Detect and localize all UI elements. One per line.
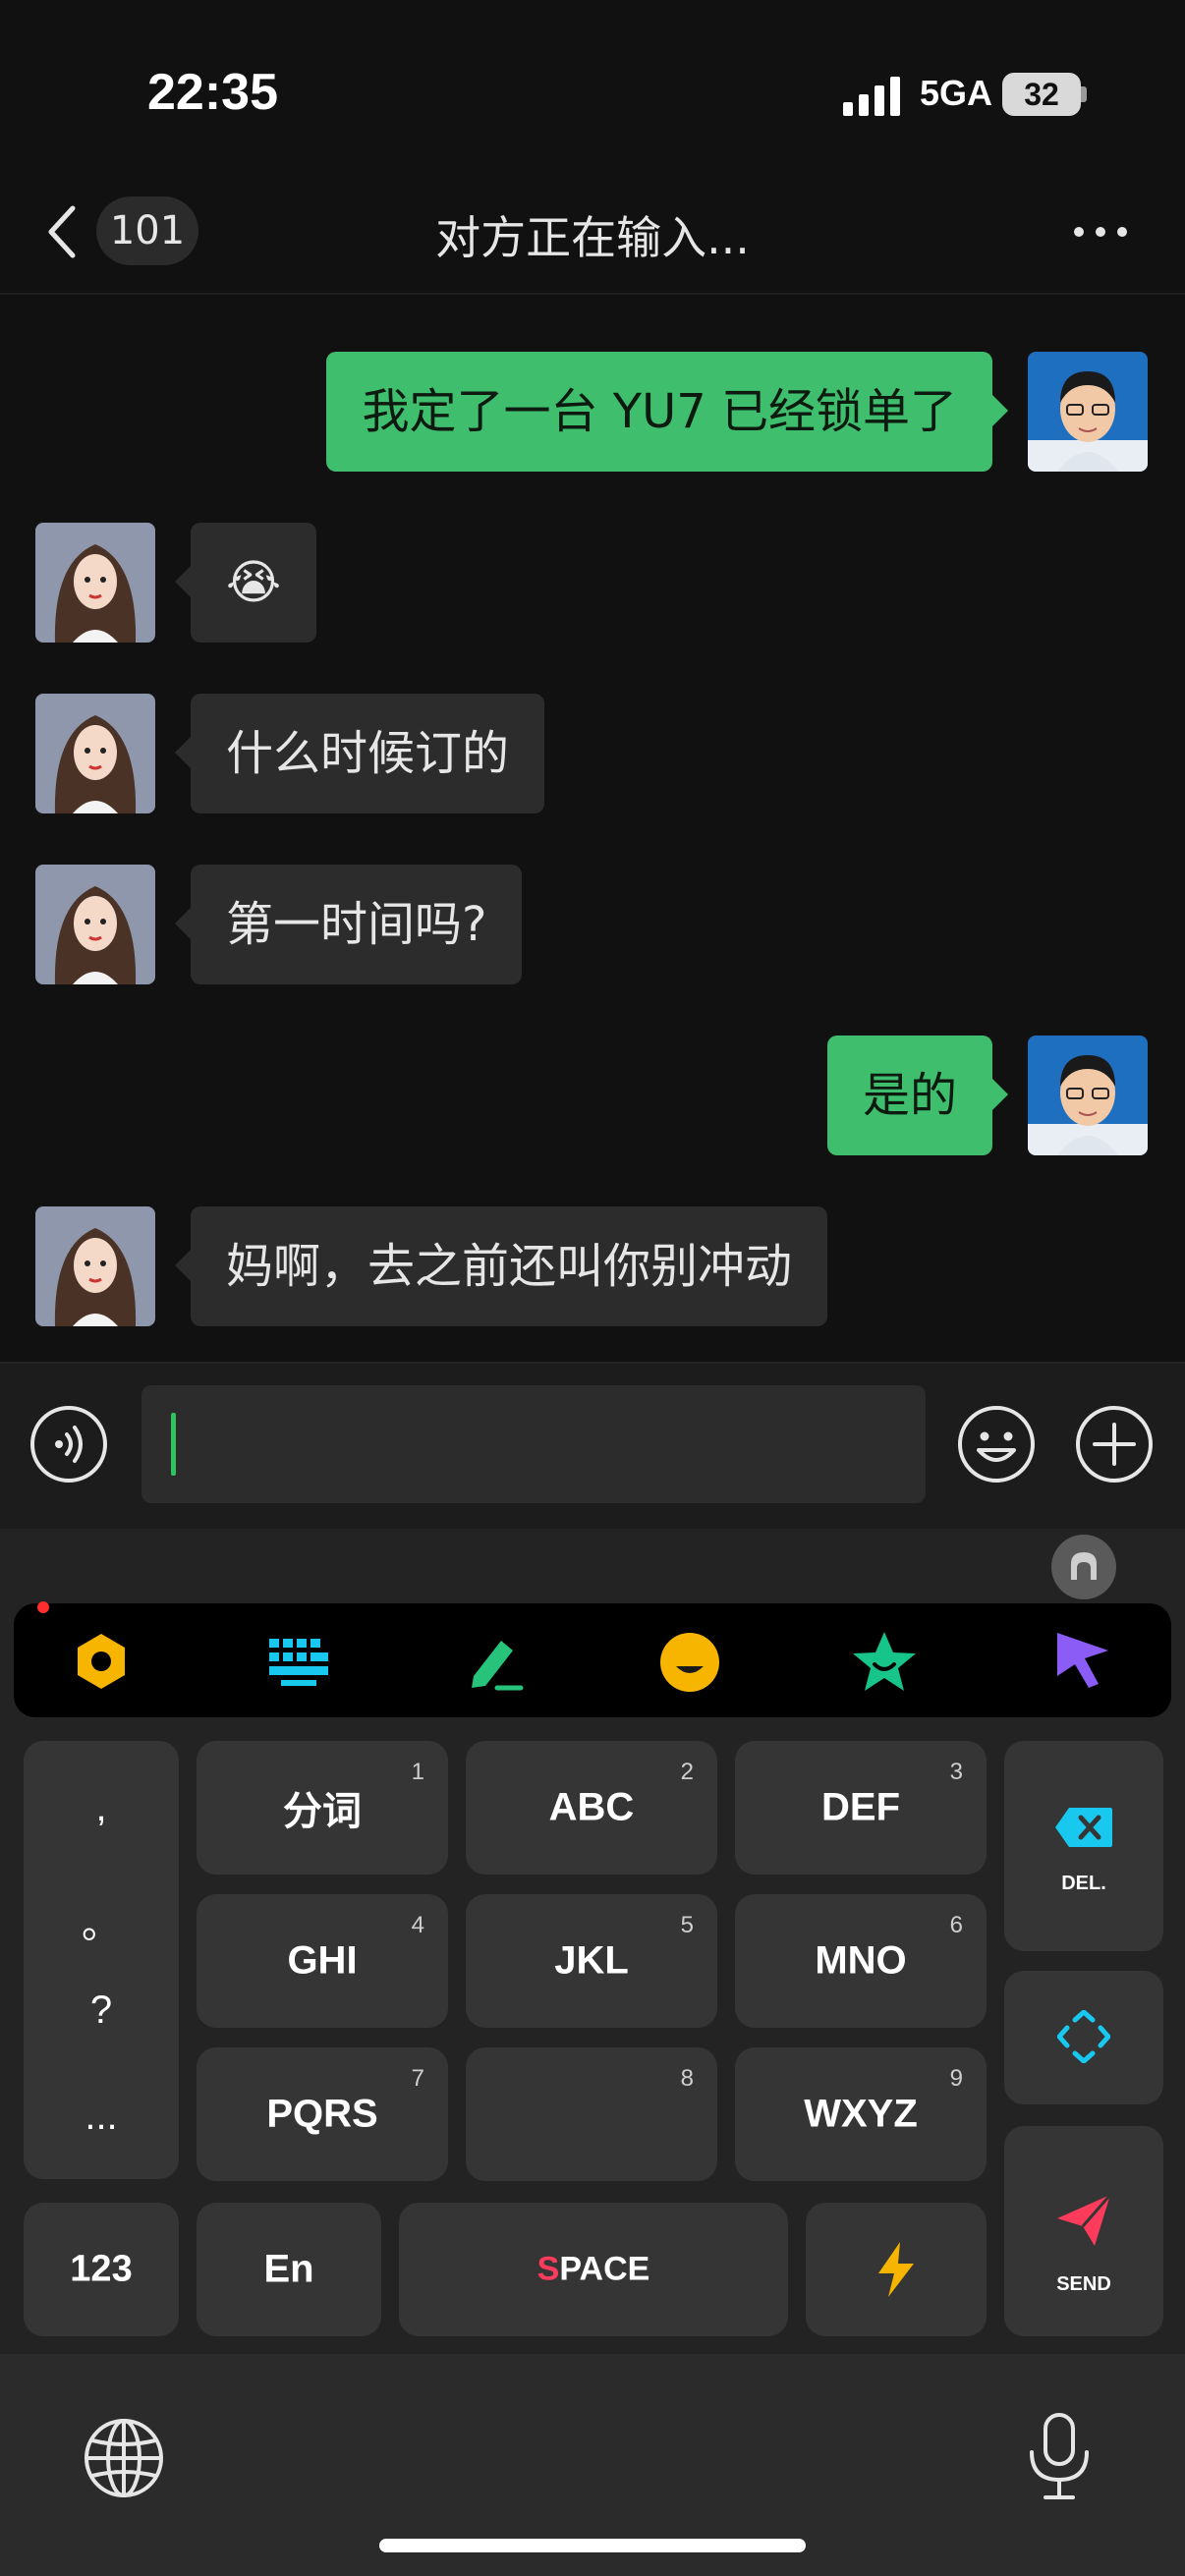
text-cursor [171, 1413, 176, 1476]
punctuation-period[interactable]: 。 [24, 1892, 179, 1949]
plus-icon[interactable] [1075, 1405, 1154, 1484]
bubble-tail [175, 737, 191, 768]
delete-label: DEL. [1061, 1873, 1106, 1894]
key-number: 5 [680, 1912, 694, 1938]
voice-input-icon[interactable] [29, 1405, 108, 1484]
key-label: PQRS [266, 2092, 378, 2136]
send-icon [1057, 2194, 1112, 2246]
network-type: 5GA [920, 73, 993, 113]
unread-count-badge[interactable]: 101 [96, 196, 198, 265]
key-number: 8 [680, 2065, 694, 2092]
key-label: GHI [287, 1938, 358, 1983]
key-number: 4 [411, 1912, 424, 1938]
key-label: En [263, 2247, 314, 2291]
message-bubble-sent[interactable]: 是的 [826, 1036, 992, 1155]
key-3[interactable]: DEF 3 [735, 1741, 987, 1875]
microphone-icon[interactable] [1022, 2411, 1097, 2501]
message-bubble-received[interactable]: 😭 [191, 523, 317, 643]
punctuation-comma[interactable]: , [24, 1786, 179, 1830]
quick-action-key[interactable] [806, 2203, 987, 2336]
send-key[interactable]: SEND [1004, 2126, 1163, 2336]
space-label: SPACE [399, 2251, 788, 2289]
key-label: MNO [815, 1938, 907, 1983]
space-label-rest: PACE [559, 2250, 650, 2288]
key-7[interactable]: PQRS 7 [197, 2047, 448, 2181]
bubble-tail [992, 395, 1008, 426]
incognito-icon[interactable] [1051, 1535, 1116, 1599]
key-6[interactable]: MNO 6 [735, 1894, 987, 2028]
key-2[interactable]: ABC 2 [466, 1741, 717, 1875]
notification-dot [37, 1601, 49, 1613]
globe-icon[interactable] [83, 2417, 165, 2499]
my-avatar[interactable] [1028, 1036, 1148, 1155]
contact-avatar[interactable] [35, 865, 155, 984]
contact-avatar[interactable] [35, 1206, 155, 1326]
key-number: 6 [949, 1912, 963, 1938]
space-label-first: S [536, 2250, 560, 2288]
handwriting-icon[interactable] [464, 1631, 527, 1694]
backspace-icon [1055, 1808, 1112, 1847]
message-bubble-received[interactable]: 什么时候订的 [191, 694, 545, 813]
home-indicator[interactable] [379, 2539, 806, 2552]
message-bubble-received[interactable]: 第一时间吗? [191, 865, 523, 984]
key-8[interactable]: 8 [466, 2047, 717, 2181]
space-key[interactable]: SPACE [399, 2203, 788, 2336]
punctuation-question[interactable]: ? [24, 1988, 179, 2033]
key-label: DEF [821, 1785, 900, 1829]
message-input[interactable] [141, 1385, 926, 1503]
keyboard-toolbar [14, 1603, 1171, 1717]
my-avatar[interactable] [1028, 352, 1148, 472]
bubble-tail [175, 908, 191, 939]
emoji-face-icon[interactable] [658, 1631, 721, 1694]
keyboard-layout-icon[interactable] [267, 1633, 332, 1688]
punctuation-key-column[interactable]: , 。 ? ... [24, 1741, 179, 2179]
language-switch-key[interactable]: En [197, 2203, 381, 2336]
chevron-left-icon[interactable] [43, 202, 83, 261]
lightning-icon [878, 2242, 914, 2297]
emoji-icon[interactable] [957, 1405, 1036, 1484]
punctuation-ellipsis[interactable]: ... [24, 2095, 179, 2139]
key-9[interactable]: WXYZ 9 [735, 2047, 987, 2181]
bubble-tail [992, 1079, 1008, 1110]
signal-icon [843, 77, 900, 116]
key-label: 分词 [283, 1790, 362, 1833]
more-icon[interactable] [1071, 222, 1130, 242]
key-label: JKL [554, 1938, 629, 1983]
key-label: ABC [548, 1785, 635, 1829]
status-time: 22:35 [147, 64, 278, 121]
chat-title: 对方正在输入... [435, 211, 750, 264]
key-number: 1 [411, 1759, 424, 1785]
cursor-move-icon [1057, 2010, 1110, 2063]
key-number: 3 [949, 1759, 963, 1785]
key-label: WXYZ [804, 2092, 918, 2136]
key-label: 123 [70, 2248, 133, 2290]
send-label: SEND [1056, 2273, 1111, 2295]
battery-tip [1081, 86, 1087, 102]
contact-avatar[interactable] [35, 694, 155, 813]
hexagon-icon[interactable] [71, 1631, 132, 1692]
cursor-arrow-icon[interactable] [1053, 1629, 1112, 1692]
numeric-key[interactable]: 123 [24, 2203, 179, 2336]
bubble-tail [175, 1250, 191, 1281]
message-bubble-sent[interactable]: 我定了一台 YU7 已经锁单了 [326, 352, 992, 472]
key-1[interactable]: 分词 1 [197, 1741, 448, 1875]
cursor-move-key[interactable] [1004, 1971, 1163, 2104]
contact-avatar[interactable] [35, 523, 155, 643]
key-number: 7 [411, 2065, 424, 2092]
key-number: 9 [949, 2065, 963, 2092]
star-icon[interactable] [851, 1629, 918, 1694]
key-4[interactable]: GHI 4 [197, 1894, 448, 2028]
delete-key[interactable]: DEL. [1004, 1741, 1163, 1951]
key-5[interactable]: JKL 5 [466, 1894, 717, 2028]
key-number: 2 [680, 1759, 694, 1785]
bubble-tail [175, 566, 191, 597]
battery-icon: 32 [1002, 73, 1081, 116]
message-bubble-received[interactable]: 妈啊，去之前还叫你别冲动 [191, 1206, 828, 1326]
